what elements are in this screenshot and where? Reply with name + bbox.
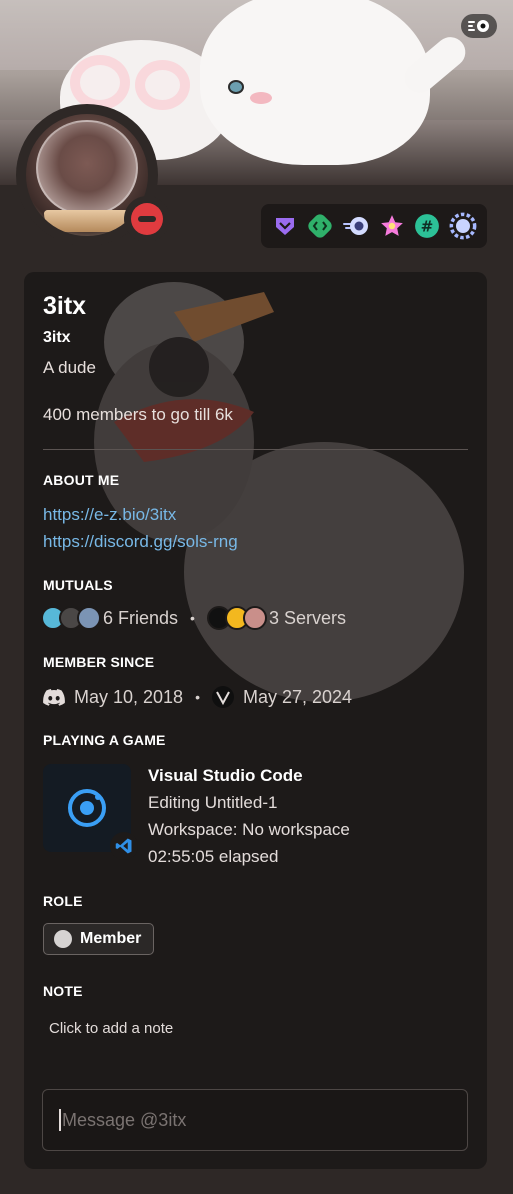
mutuals-heading: MUTUALS bbox=[43, 577, 113, 593]
mutual-servers-link[interactable]: 3 Servers bbox=[269, 608, 346, 629]
divider bbox=[43, 449, 468, 450]
note-field[interactable]: Click to add a note bbox=[49, 1020, 173, 1037]
badge-list: # bbox=[261, 204, 487, 248]
banner-mouse-ear bbox=[135, 60, 190, 110]
activity-large-image bbox=[43, 764, 138, 860]
banner-mouse-ear bbox=[70, 55, 130, 110]
about-link-ezbio[interactable]: https://e-z.bio/3itx bbox=[43, 505, 176, 525]
status-indicator bbox=[124, 196, 170, 242]
do-not-disturb-icon bbox=[131, 203, 163, 235]
role-name: Member bbox=[80, 930, 142, 947]
avatar-globe-base bbox=[44, 210, 130, 232]
role-chip[interactable]: Member bbox=[43, 923, 155, 955]
separator-dot: • bbox=[195, 689, 200, 705]
role-color-dot bbox=[54, 930, 72, 948]
pronouns: A dude bbox=[43, 358, 96, 377]
nitro-boost-icon[interactable] bbox=[342, 212, 370, 240]
eye-off-icon bbox=[468, 20, 489, 32]
avatar-container[interactable] bbox=[16, 104, 170, 246]
quest-badge-icon[interactable] bbox=[378, 212, 406, 240]
activity-card: Visual Studio Code Editing Untitled-1 Wo… bbox=[43, 764, 468, 866]
avatar bbox=[77, 606, 101, 630]
activity-name: Visual Studio Code bbox=[148, 766, 303, 785]
role-heading: ROLE bbox=[43, 893, 83, 909]
separator-dot: • bbox=[190, 610, 195, 626]
profile-card: 3itx 3itx A dude 400 members to go till … bbox=[24, 272, 487, 1169]
profile-card-content: 3itx 3itx A dude 400 members to go till … bbox=[24, 272, 487, 1169]
discord-member-since-date: May 10, 2018 bbox=[74, 686, 184, 707]
username[interactable]: 3itx bbox=[43, 329, 71, 347]
active-developer-icon[interactable] bbox=[306, 212, 334, 240]
note-heading: NOTE bbox=[43, 983, 83, 999]
mutuals-row: 6 Friends • 3 Servers bbox=[41, 605, 346, 631]
activity-heading: PLAYING A GAME bbox=[43, 732, 166, 748]
server-icon bbox=[242, 606, 267, 630]
custom-status: 400 members to go till 6k bbox=[43, 405, 233, 424]
user-profile-popout: # 3itx 3itx A dude 400 members to go til… bbox=[0, 0, 513, 1194]
vscode-icon bbox=[110, 832, 138, 860]
display-name: 3itx bbox=[43, 292, 87, 320]
discord-logo-icon bbox=[43, 686, 65, 708]
activity-state: Workspace: No workspace bbox=[148, 820, 350, 839]
mutual-friends-avatars[interactable] bbox=[41, 606, 101, 630]
avatar-snow-globe bbox=[36, 120, 138, 216]
banner-cat-blush bbox=[250, 92, 272, 104]
member-since-row: May 10, 2018 • May 27, 2024 bbox=[43, 684, 352, 710]
originally-known-as-icon[interactable]: # bbox=[413, 212, 441, 240]
activity-elapsed: 02:55:05 elapsed bbox=[148, 847, 279, 866]
member-since-heading: MEMBER SINCE bbox=[43, 654, 155, 670]
server-boost-laurel-icon[interactable] bbox=[449, 212, 477, 240]
about-link-discord-invite[interactable]: https://discord.gg/sols-rng bbox=[43, 532, 238, 552]
banner-cat-eye bbox=[228, 80, 244, 94]
text-caret bbox=[59, 1109, 61, 1131]
mutual-friends-link[interactable]: 6 Friends bbox=[103, 608, 178, 629]
banner-animation-toggle-button[interactable] bbox=[461, 14, 497, 38]
server-member-since-date: May 27, 2024 bbox=[242, 686, 353, 707]
message-input[interactable] bbox=[62, 1109, 442, 1131]
activity-details: Editing Untitled-1 bbox=[148, 793, 278, 812]
server-icon bbox=[211, 686, 234, 708]
mutual-servers-avatars[interactable] bbox=[206, 606, 267, 630]
about-me-heading: ABOUT ME bbox=[43, 472, 120, 488]
svg-text:#: # bbox=[421, 217, 434, 235]
message-input-box[interactable] bbox=[42, 1089, 468, 1151]
hypesquad-balance-icon[interactable] bbox=[271, 212, 299, 240]
